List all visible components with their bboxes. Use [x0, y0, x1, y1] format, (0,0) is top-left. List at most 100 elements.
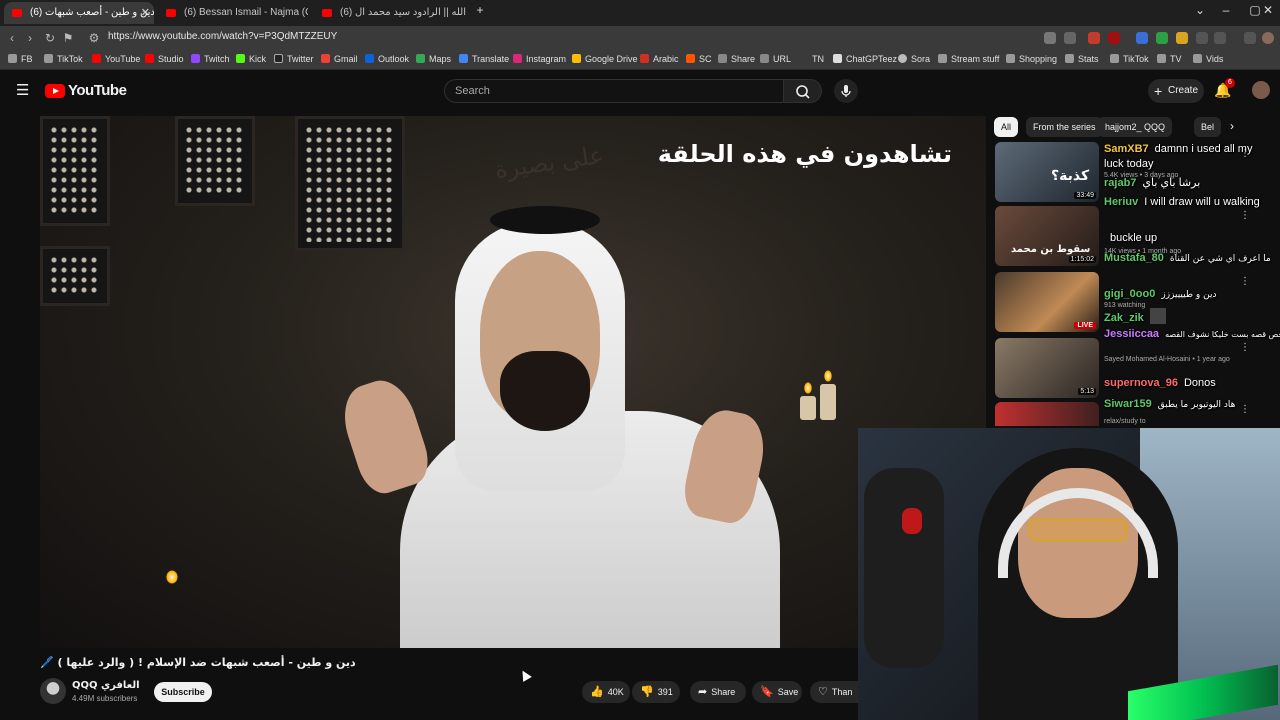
bookmark-google-drive[interactable]: Google Drive	[572, 54, 638, 64]
voice-search-button[interactable]	[834, 79, 858, 103]
create-button[interactable]: + Create	[1148, 79, 1204, 103]
puzzle-extensions-icon[interactable]	[1196, 32, 1208, 44]
chevron-right-icon[interactable]: ›	[1230, 119, 1234, 133]
chat-username: SamXB7	[1104, 143, 1149, 155]
bookmark-stream-stuff[interactable]: Stream stuff	[938, 54, 999, 64]
thanks-button[interactable]: ♡ Than	[810, 681, 858, 703]
recommended-video-thumbnail[interactable]: 5:13	[995, 338, 1099, 398]
chip-from-the-series[interactable]: From the series	[1026, 117, 1103, 137]
bookmark-sc[interactable]: SC	[686, 54, 712, 64]
account-avatar[interactable]	[1252, 81, 1270, 99]
chip-channel[interactable]: hajjom2_ QQQ	[1098, 117, 1173, 137]
video-duration: 1:15:02	[1068, 256, 1096, 263]
more-options-icon[interactable]: ⋮	[1240, 342, 1250, 353]
instagram-icon	[513, 54, 522, 63]
chat-username: Mustafa_80	[1104, 252, 1164, 264]
back-arrow-icon[interactable]: ‹	[4, 30, 20, 46]
close-tab-icon[interactable]: ✕	[141, 2, 150, 24]
bookmark-maps[interactable]: Maps	[416, 54, 451, 64]
kick-icon	[236, 54, 245, 63]
agal	[490, 206, 600, 234]
bookmark-instagram[interactable]: Instagram	[513, 54, 566, 64]
share-button[interactable]: ➦ Share	[690, 681, 746, 703]
media-icon[interactable]	[1244, 32, 1256, 44]
close-window-icon[interactable]: ✕	[1258, 3, 1278, 17]
bookmark-tn[interactable]: TN	[812, 54, 824, 64]
minimize-window-icon[interactable]: –	[1216, 3, 1236, 17]
chip-all[interactable]: All	[994, 117, 1019, 137]
candle-flame	[824, 370, 832, 382]
bookmark-twitch[interactable]: Twitch	[191, 54, 230, 64]
bookmark-arabic[interactable]: Arabic	[640, 54, 679, 64]
folder-icon	[1065, 54, 1074, 63]
bookmark-twitter[interactable]: Twitter	[274, 54, 314, 64]
browser-tab[interactable]: (6) موعود الله || الرادود سيد محمد ال...	[314, 2, 466, 24]
green-extension-icon[interactable]	[1156, 32, 1168, 44]
chat-text: هاد اليوتيوبر ما يطبق	[1157, 400, 1236, 410]
bookmark-url[interactable]: URL	[760, 54, 791, 64]
live-badge: LIVE	[1074, 322, 1096, 329]
more-options-icon[interactable]: ⋮	[1240, 210, 1250, 221]
like-button[interactable]: 👍 40K	[582, 681, 630, 703]
chat-text: Donos	[1183, 377, 1216, 389]
recommended-video-thumbnail[interactable]: سقوط بن محمد 1:15:02	[995, 206, 1099, 266]
chip-bel[interactable]: Bel	[1194, 117, 1222, 137]
browser-tab-active[interactable]: دين و طين - أصعب شبهات (6) ✕	[4, 2, 154, 24]
bookmark-shopping[interactable]: Shopping	[1006, 54, 1057, 64]
bookmark-flag-icon[interactable]: ⚑	[60, 30, 76, 46]
bookmark-studio[interactable]: Studio	[145, 54, 184, 64]
bookmark-chatgpteez[interactable]: ChatGPTeez	[833, 54, 897, 64]
blue-extension-icon[interactable]	[1136, 32, 1148, 44]
red-extension-icon[interactable]	[1108, 32, 1120, 44]
browser-tab[interactable]: (6) Bessan Ismail - Najma (Official M...	[158, 2, 308, 24]
profile-icon[interactable]	[1262, 32, 1274, 44]
bookmark-fb[interactable]: FB	[8, 54, 33, 64]
more-options-icon[interactable]: ⋮	[1240, 276, 1250, 287]
youtube-icon	[92, 54, 101, 63]
url-field[interactable]: https://www.youtube.com/watch?v=P3QdMTZZ…	[108, 31, 337, 42]
chat-message: Siwar159 هاد اليوتيوبر ما يطبق	[1104, 398, 1235, 410]
bookmark-sora[interactable]: Sora	[898, 54, 930, 64]
bookmark-share[interactable]: Share	[718, 54, 755, 64]
search-input[interactable]: Search	[444, 79, 784, 103]
bookmark-vids[interactable]: Vids	[1193, 54, 1223, 64]
dislike-button[interactable]: 👎 391	[632, 681, 680, 703]
share-page-icon[interactable]	[1064, 32, 1076, 44]
recommended-video-thumbnail[interactable]: كذبة؟ 33:49	[995, 142, 1099, 202]
extension-icon[interactable]	[1044, 32, 1056, 44]
subscribe-button[interactable]: Subscribe	[154, 682, 212, 702]
search-button[interactable]	[784, 79, 822, 103]
chat-username: Siwar159	[1104, 398, 1152, 410]
site-info-icon[interactable]: ⚙	[86, 30, 102, 46]
bookmark-gmail[interactable]: Gmail	[321, 54, 358, 64]
tab-search-chevron-icon[interactable]: ⌄	[1190, 3, 1210, 17]
recommended-video-thumbnail[interactable]	[995, 402, 1099, 426]
youtube-logo-text[interactable]: YouTube	[68, 82, 127, 99]
forward-arrow-icon[interactable]: ›	[22, 30, 38, 46]
reload-icon[interactable]: ↻	[42, 30, 58, 46]
channel-avatar[interactable]	[40, 678, 66, 704]
shield-extension-icon[interactable]	[1088, 32, 1100, 44]
bookmark-tv[interactable]: TV	[1157, 54, 1182, 64]
bookmark-youtube[interactable]: YouTube	[92, 54, 140, 64]
gmail-icon	[321, 54, 330, 63]
bookmark-stats[interactable]: Stats	[1065, 54, 1099, 64]
chat-username: gigi_0oo0	[1104, 288, 1156, 300]
recommended-video-thumbnail[interactable]: LIVE	[995, 272, 1099, 332]
bookmark-outlook[interactable]: Outlook	[365, 54, 409, 64]
sidebar-icon[interactable]	[1214, 32, 1226, 44]
bookmark-kick[interactable]: Kick	[236, 54, 266, 64]
youtube-favicon-icon	[322, 9, 332, 17]
yellow-extension-icon[interactable]	[1176, 32, 1188, 44]
bookmark-tiktok-2[interactable]: TikTok	[1110, 54, 1149, 64]
youtube-favicon-icon	[12, 9, 22, 17]
channel-name[interactable]: QQQ العافري	[72, 680, 140, 691]
video-player[interactable]: على بصيرة تشاهدون في هذه الحلقة	[40, 116, 986, 648]
bookmark-translate[interactable]: Translate	[459, 54, 509, 64]
more-options-icon[interactable]: ⋮	[1240, 404, 1250, 415]
bookmark-tiktok[interactable]: TikTok	[44, 54, 83, 64]
youtube-logo-icon[interactable]	[45, 84, 65, 98]
new-tab-button[interactable]: +	[470, 3, 490, 17]
save-button[interactable]: 🔖 Save	[752, 681, 802, 703]
hamburger-menu-icon[interactable]: ☰	[16, 81, 29, 99]
